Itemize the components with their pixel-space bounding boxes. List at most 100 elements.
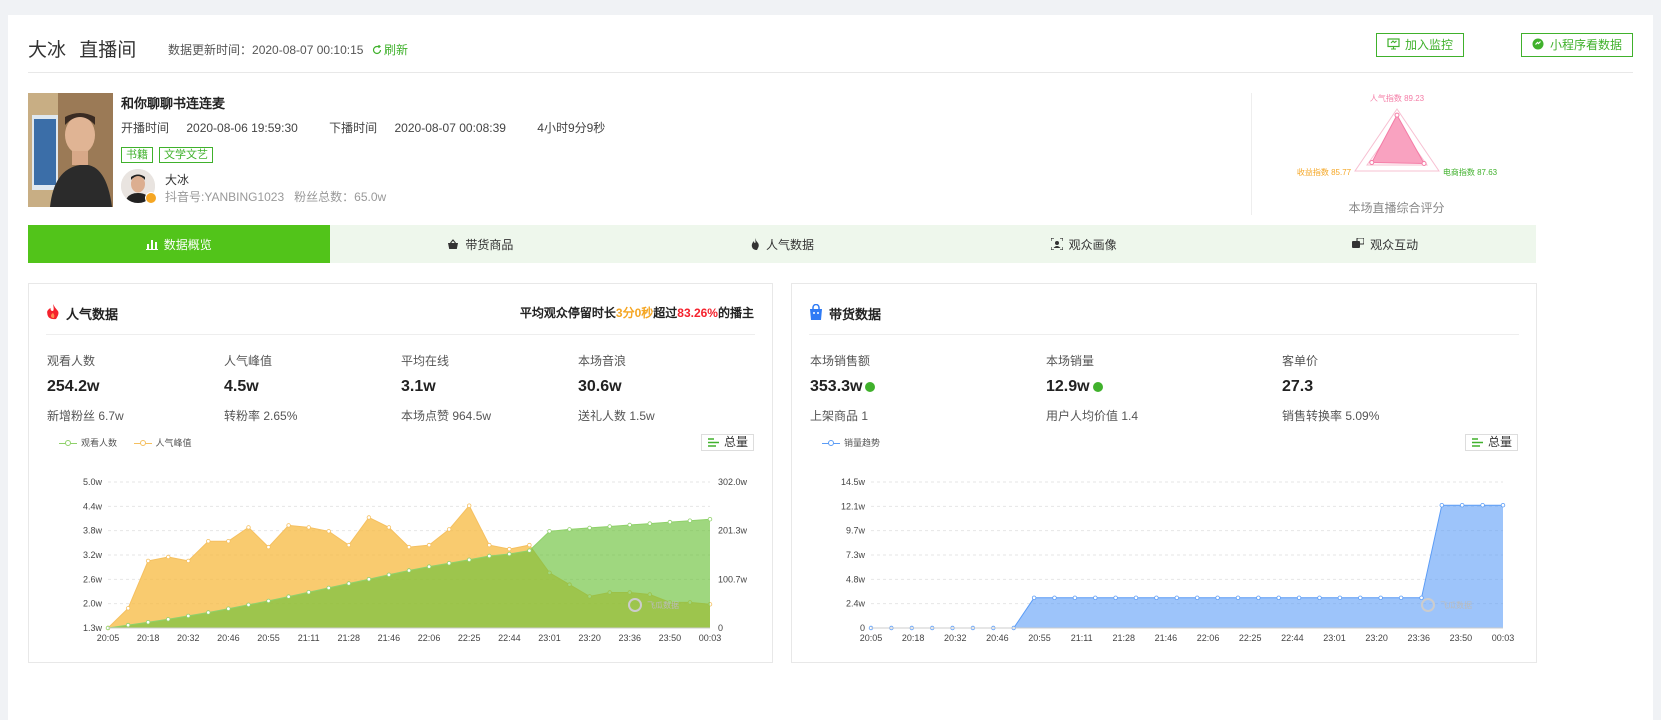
x-tick-label: 21:11 bbox=[1071, 633, 1093, 643]
data-point-sales bbox=[1500, 503, 1506, 508]
x-tick-label: 22:25 bbox=[1239, 633, 1262, 643]
data-point-viewers bbox=[667, 519, 673, 525]
x-tick-label: 22:44 bbox=[1281, 633, 1304, 643]
y-right-tick-label: 201.3w bbox=[718, 526, 748, 536]
legend-peak[interactable]: 人气峰值 bbox=[133, 436, 192, 449]
radar-area bbox=[1370, 114, 1425, 165]
data-point-peak bbox=[346, 542, 351, 548]
data-point-viewers bbox=[547, 529, 552, 534]
anchor-name: 大冰 bbox=[28, 40, 67, 61]
data-point-peak bbox=[527, 542, 532, 548]
room-label: 直播间 bbox=[79, 40, 137, 61]
refresh-label: 刷新 bbox=[384, 43, 409, 57]
miniprogram-button[interactable]: 小程序看数据 bbox=[1520, 33, 1633, 57]
data-point-peak bbox=[326, 529, 331, 534]
metric-unit-price: 客单价 27.3 销售转换率 5.09% bbox=[1282, 354, 1380, 423]
x-tick-label: 22:06 bbox=[418, 633, 441, 643]
data-point-peak bbox=[487, 542, 492, 548]
data-point-sales bbox=[1235, 595, 1241, 600]
data-point-sales bbox=[1439, 503, 1444, 508]
x-tick-label: 21:28 bbox=[1113, 633, 1136, 643]
basket-icon bbox=[448, 238, 459, 249]
live-cover-image[interactable] bbox=[28, 93, 113, 207]
metric-sound-waves: 本场音浪 30.6w 送礼人数 1.5w bbox=[578, 354, 655, 423]
sales-legend: 销量趋势 bbox=[822, 436, 894, 449]
data-point-viewers bbox=[125, 622, 131, 628]
metric-viewers: 观看人数 254.2w 新增粉丝 6.7w bbox=[47, 354, 124, 423]
popularity-legend: 观看人数 人气峰值 bbox=[59, 436, 206, 449]
page-header: 大冰 直播间 数据更新时间：2020-08-07 00:10:15 刷新 加入监… bbox=[28, 29, 1633, 73]
y-tick-label: 12.1w bbox=[841, 501, 866, 511]
update-label: 数据更新时间： bbox=[168, 43, 253, 57]
data-point-viewers bbox=[687, 518, 693, 523]
data-point-peak bbox=[507, 546, 512, 552]
legend-viewers[interactable]: 观看人数 bbox=[59, 436, 117, 449]
radar-chart: 人气指数 89.23 收益指数 85.77 电商指数 87.63 bbox=[1297, 93, 1498, 177]
data-point-sales bbox=[1398, 595, 1404, 600]
tab-products[interactable]: 带货商品 bbox=[330, 225, 632, 263]
x-tick-label: 00:03 bbox=[1492, 633, 1515, 643]
radar-point bbox=[1369, 159, 1375, 165]
popularity-total-button[interactable]: 总量 bbox=[701, 434, 754, 451]
miniprogram-icon bbox=[1532, 38, 1544, 50]
tag-literature[interactable]: 文学文艺 bbox=[159, 147, 213, 163]
watermark-text: 飞瓜数据 bbox=[1440, 600, 1472, 610]
page-title: 大冰 直播间 bbox=[28, 35, 144, 62]
tab-audience-interaction[interactable]: 观众互动 bbox=[1234, 225, 1536, 263]
data-point-viewers bbox=[286, 594, 291, 599]
x-tick-label: 20:32 bbox=[944, 633, 967, 643]
tag-books[interactable]: 书籍 bbox=[121, 147, 153, 163]
data-point-sales bbox=[1195, 595, 1200, 600]
data-point-viewers bbox=[426, 564, 432, 569]
data-point-viewers bbox=[206, 610, 211, 615]
data-point-sales bbox=[1296, 595, 1302, 600]
y-right-tick-label: 0 bbox=[718, 623, 723, 633]
data-point-viewers bbox=[226, 606, 231, 611]
x-tick-label: 20:55 bbox=[257, 633, 280, 643]
x-tick-label: 20:05 bbox=[860, 633, 883, 643]
data-point-sales bbox=[1072, 595, 1078, 600]
x-tick-label: 23:50 bbox=[659, 633, 682, 643]
live-title: 和你聊聊书连连麦 bbox=[121, 96, 226, 111]
x-tick-label: 20:18 bbox=[902, 633, 925, 643]
add-monitor-button[interactable]: 加入监控 bbox=[1375, 33, 1464, 57]
data-point-viewers bbox=[607, 524, 612, 529]
y-tick-label: 4.8w bbox=[846, 574, 866, 584]
y-right-tick-label: 302.0w bbox=[718, 477, 748, 487]
data-point-viewers bbox=[627, 522, 632, 528]
x-tick-label: 23:20 bbox=[1365, 633, 1388, 643]
data-point-peak bbox=[306, 525, 311, 530]
tab-overview[interactable]: 数据概览 bbox=[28, 225, 330, 263]
live-info: 和你聊聊书连连麦 开播时间 2020-08-06 19:59:30 下播时间 2… bbox=[28, 93, 1248, 208]
tab-popularity[interactable]: 人气数据 bbox=[631, 225, 933, 263]
data-point-peak bbox=[206, 538, 211, 544]
legend-sales-trend[interactable]: 销量趋势 bbox=[822, 436, 880, 449]
sales-total-button[interactable]: 总量 bbox=[1465, 434, 1518, 451]
y-tick-label: 2.4w bbox=[846, 599, 866, 609]
data-point-sales bbox=[1093, 595, 1098, 600]
data-point-viewers bbox=[306, 589, 311, 595]
data-point-viewers bbox=[165, 617, 171, 622]
data-point-viewers bbox=[326, 585, 331, 591]
x-tick-label: 23:01 bbox=[1323, 633, 1346, 643]
refresh-button[interactable]: 刷新 bbox=[372, 41, 408, 58]
fans-count: 粉丝总数：65.0w bbox=[294, 190, 387, 204]
anchor-name-small: 大冰 bbox=[165, 173, 190, 187]
metric-avg-online: 平均在线 3.1w 本场点赞 964.5w bbox=[401, 354, 492, 423]
data-point-sales bbox=[1113, 595, 1118, 600]
x-tick-label: 20:46 bbox=[986, 633, 1009, 643]
sales-chart: 0 2.4w 4.8w 7.3w 9.7w 12.1w 14.5w 20:05 20:18 20:… bbox=[841, 477, 1515, 643]
data-point-peak bbox=[246, 525, 251, 530]
data-point-viewers bbox=[145, 619, 151, 625]
tab-audience-portrait[interactable]: 观众画像 bbox=[933, 225, 1235, 263]
data-point-sales bbox=[1174, 595, 1179, 600]
shopping-bag-icon bbox=[810, 304, 822, 320]
data-point-sales bbox=[1276, 595, 1281, 600]
data-point-sales bbox=[1378, 595, 1383, 600]
data-point-viewers bbox=[507, 551, 512, 557]
tab-popularity-label: 人气数据 bbox=[765, 237, 814, 252]
data-point-viewers bbox=[366, 576, 372, 582]
x-tick-label: 20:55 bbox=[1028, 633, 1051, 643]
tab-bar: 数据概览 带货商品 人气数据 观众画像 观众互动 bbox=[28, 225, 1536, 263]
live-duration: 4小时9分9秒 bbox=[537, 121, 606, 135]
